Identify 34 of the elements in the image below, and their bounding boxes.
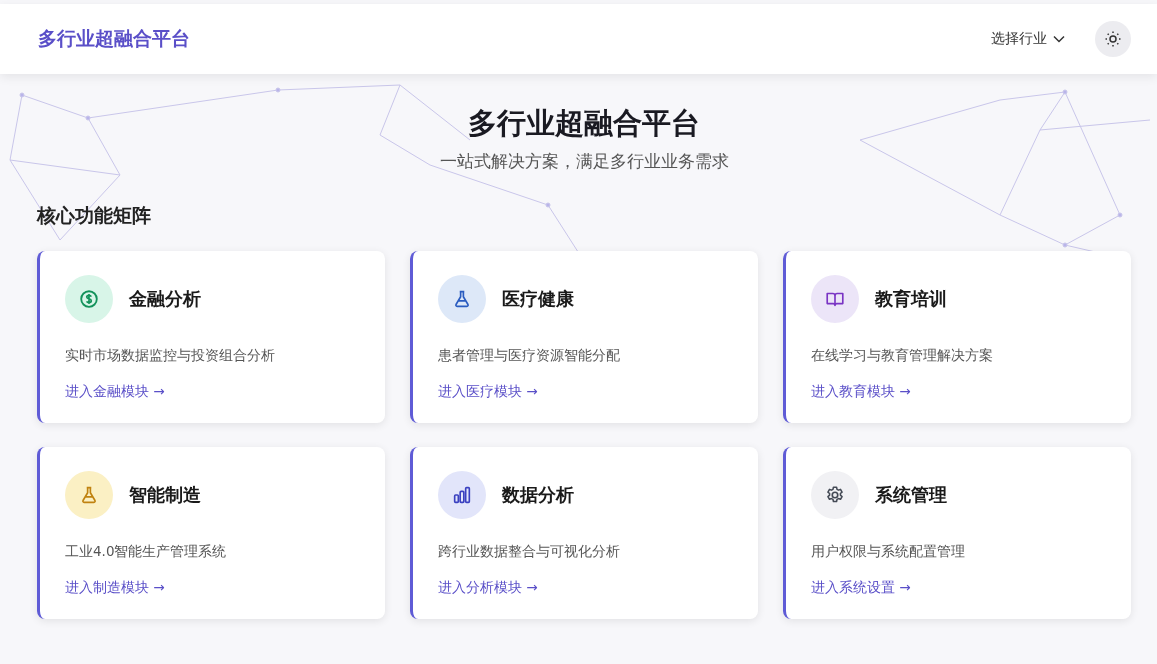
- section-title: 核心功能矩阵: [37, 203, 152, 228]
- card-description: 跨行业数据整合与可视化分析: [438, 543, 621, 561]
- module-link[interactable]: 进入金融模块 →: [65, 383, 165, 401]
- card-description: 患者管理与医疗资源智能分配: [438, 347, 621, 365]
- module-card[interactable]: 教育培训 在线学习与教育管理解决方案 进入教育模块 →: [783, 251, 1131, 423]
- card-title: 医疗健康: [502, 287, 574, 311]
- dollar-icon: [78, 288, 100, 310]
- module-card[interactable]: 智能制造 工业4.0智能生产管理系统 进入制造模块 →: [37, 447, 385, 619]
- card-title: 智能制造: [129, 483, 201, 507]
- card-title: 数据分析: [502, 483, 574, 507]
- industry-select[interactable]: 选择行业: [987, 26, 1069, 52]
- module-card[interactable]: 数据分析 跨行业数据整合与可视化分析 进入分析模块 →: [410, 447, 758, 619]
- card-title: 金融分析: [129, 287, 201, 311]
- chevron-down-icon: [1053, 35, 1065, 43]
- module-link[interactable]: 进入分析模块 →: [438, 579, 538, 597]
- theme-toggle-button[interactable]: [1095, 21, 1131, 57]
- module-card[interactable]: 系统管理 用户权限与系统配置管理 进入系统设置 →: [783, 447, 1131, 619]
- module-link[interactable]: 进入制造模块 →: [65, 579, 165, 597]
- sun-icon: [1104, 30, 1122, 48]
- module-link[interactable]: 进入系统设置 →: [811, 579, 911, 597]
- card-title: 系统管理: [875, 483, 947, 507]
- module-card[interactable]: 医疗健康 患者管理与医疗资源智能分配 进入医疗模块 →: [410, 251, 758, 423]
- card-description: 实时市场数据监控与投资组合分析: [65, 347, 276, 365]
- bar-chart-icon: [451, 484, 473, 506]
- module-link[interactable]: 进入教育模块 →: [811, 383, 911, 401]
- logo-text[interactable]: 多行业超融合平台: [38, 26, 987, 52]
- card-description: 用户权限与系统配置管理: [811, 543, 966, 561]
- card-description: 在线学习与教育管理解决方案: [811, 347, 994, 365]
- card-description: 工业4.0智能生产管理系统: [65, 543, 228, 561]
- card-title: 教育培训: [875, 287, 947, 311]
- hero-title: 多行业超融合平台: [467, 105, 701, 142]
- module-link[interactable]: 进入医疗模块 →: [438, 383, 538, 401]
- module-card[interactable]: 金融分析 实时市场数据监控与投资组合分析 进入金融模块 →: [37, 251, 385, 423]
- hero-subtitle: 一站式解决方案，满足多行业业务需求: [438, 150, 730, 173]
